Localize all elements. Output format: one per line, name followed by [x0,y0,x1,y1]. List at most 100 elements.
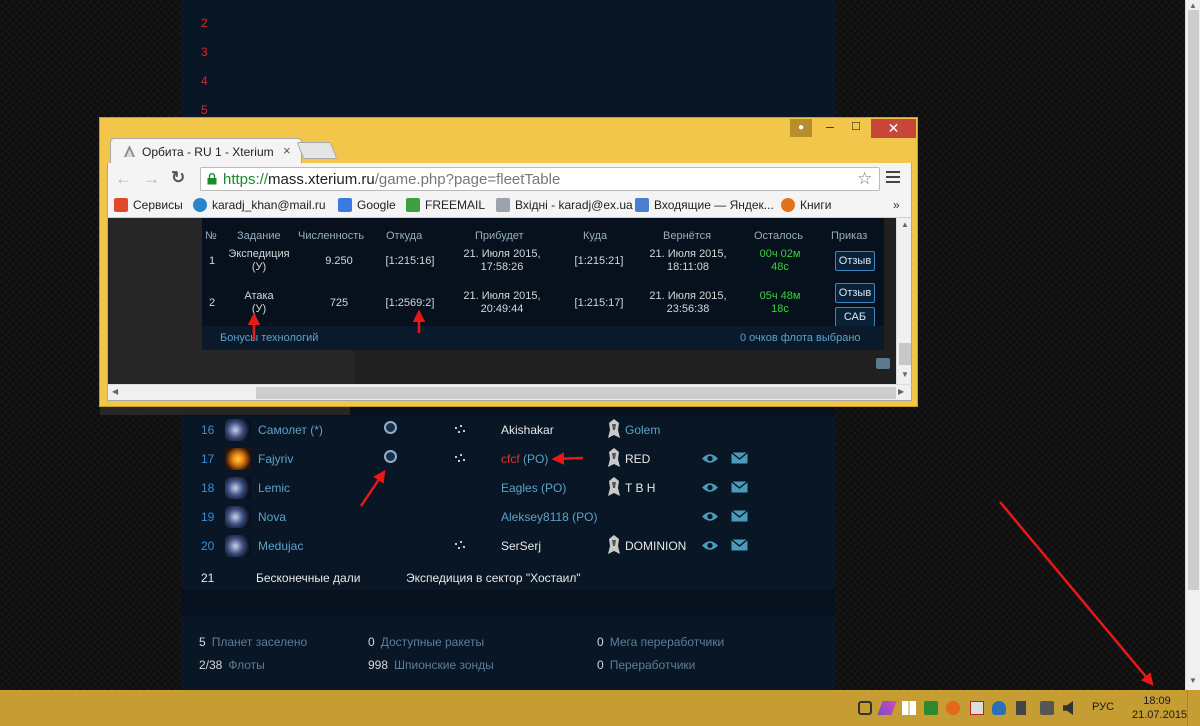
bookmark-item[interactable]: karadj_khan@mail.ru [193,198,326,212]
content-vertical-scrollbar[interactable]: ▲ ▼ [896,218,911,384]
row-number: 2 [201,16,208,30]
from-coords-link[interactable]: [1:2569:2] [370,297,450,310]
back-arrow-icon[interactable]: ← [115,169,132,189]
bookmark-item[interactable]: Входящие — Яндек... [635,198,774,212]
recall-button[interactable]: Отзыв [835,251,875,271]
bookmark-item[interactable]: Google [338,198,396,212]
scroll-down-icon[interactable]: ▼ [901,370,909,379]
bookmarks-bar: Сервисы karadj_khan@mail.ru Google FREEM… [107,195,912,218]
alliance-link[interactable]: T B H [625,481,655,495]
moon-icon[interactable] [384,450,397,463]
planet-name-link[interactable]: Lemic [258,481,290,495]
player-name[interactable]: Eagles (PO) [501,481,566,495]
reload-icon[interactable]: ↻ [171,168,185,188]
menu-icon[interactable] [886,171,900,183]
bookmark-star-icon[interactable]: ☆ [857,169,872,189]
bookmark-item[interactable]: Вхідні - karadj@ex.ua [496,198,633,212]
eye-icon[interactable] [702,453,718,464]
tech-bonuses-link[interactable]: Бонусы технологий [220,332,318,344]
avast-icon[interactable] [946,701,960,715]
yandex-mail-icon [635,198,649,212]
scroll-up-icon[interactable]: ▲ [1189,1,1197,10]
stat-item: 2/38 Флоты [199,658,265,672]
bookmark-item[interactable]: Книги [781,198,831,212]
fleet-table-footer: Бонусы технологий 0 очков флота выбрано [202,326,884,350]
player-name[interactable]: SerSerj [501,539,541,553]
eye-icon[interactable] [702,540,718,551]
planet-name-link[interactable]: Fajyriv [258,452,293,466]
bookmark-item[interactable]: FREEMAIL [406,198,485,212]
display-icon[interactable] [1040,701,1054,715]
bookmarks-more-button[interactable]: » [893,198,900,212]
scrollbar-thumb[interactable] [256,387,896,399]
windows-flag-icon[interactable] [902,701,916,715]
scroll-left-icon[interactable]: ◀ [112,387,118,396]
page-scrollbar[interactable]: ▲ ▼ [1185,0,1200,690]
column-header: Численность [298,230,365,242]
column-header: Задание [237,230,281,242]
stat-item: 998 Шпионские зонды [368,658,494,672]
close-window-icon[interactable]: ✕ [871,119,916,138]
xterium-favicon-icon [124,146,135,157]
moon-icon[interactable] [384,421,397,434]
chat-icon[interactable] [876,358,890,369]
new-tab-button[interactable] [296,142,338,159]
arrive-cell: 21. Июля 2015, 17:58:26 [463,248,541,273]
envelope-icon[interactable] [731,452,748,464]
bookmark-item[interactable]: Сервисы [114,198,183,212]
show-desktop-button[interactable] [1187,690,1200,726]
eye-icon[interactable] [702,482,718,493]
alliance-link[interactable]: DOMINION [625,539,686,553]
scrollbar-thumb[interactable] [899,343,911,365]
network-icon[interactable] [858,701,872,715]
sab-button[interactable]: САБ [835,307,875,327]
planet-name-link[interactable]: Самолет (*) [258,423,323,437]
alliance-link[interactable]: Golem [625,423,660,437]
to-coords-link[interactable]: [1:215:17] [559,297,639,310]
planet-thumbnail[interactable] [225,506,251,528]
cloud-icon[interactable] [992,701,1006,715]
player-name[interactable]: cfcf (PO) [501,452,548,466]
planet-thumbnail[interactable] [225,477,251,499]
debris-icon[interactable] [455,541,465,551]
planet-thumbnail[interactable] [225,419,251,441]
planet-name-link[interactable]: Medujac [258,539,303,553]
to-coords-link[interactable]: [1:215:21] [559,255,639,268]
envelope-icon[interactable] [731,510,748,522]
content-horizontal-scrollbar[interactable]: ◀ ▶ [107,384,912,401]
planet-name-link[interactable]: Nova [258,510,286,524]
envelope-icon[interactable] [731,481,748,493]
tab-orbita[interactable]: Орбита - RU 1 - Xterium × [110,138,302,164]
player-name[interactable]: Aleksey8118 (PO) [501,510,598,524]
envelope-icon[interactable] [731,539,748,551]
address-bar[interactable]: https://mass.xterium.ru/game.php?page=fl… [200,167,880,191]
maximize-icon[interactable]: ☐ [845,118,867,136]
scroll-up-icon[interactable]: ▲ [901,220,909,229]
nvidia-icon[interactable] [924,701,938,715]
debris-icon[interactable] [455,425,465,435]
planet-thumbnail[interactable] [225,535,251,557]
scroll-right-icon[interactable]: ▶ [898,387,904,396]
forward-arrow-icon[interactable]: → [143,169,160,189]
recall-button[interactable]: Отзыв [835,283,875,303]
scroll-down-icon[interactable]: ▼ [1189,676,1197,685]
close-tab-icon[interactable]: × [283,143,291,158]
table-row: 18 Lemic Eagles (PO) T B H [181,474,835,503]
usb-icon[interactable] [1016,701,1026,715]
alliance-link[interactable]: RED [625,452,650,466]
feather-icon[interactable] [877,701,897,715]
table-row: 16 Самолет (*) Akishakar Golem [181,416,835,445]
user-profile-icon[interactable]: ● [790,119,812,137]
eye-icon[interactable] [702,511,718,522]
from-coords-link[interactable]: [1:215:16] [370,255,450,268]
player-name[interactable]: Akishakar [501,423,554,437]
planet-thumbnail[interactable] [225,448,251,470]
scrollbar-thumb[interactable] [1188,10,1199,590]
flag-error-icon[interactable] [970,701,984,715]
minimize-icon[interactable]: – [819,118,841,136]
language-indicator[interactable]: РУС [1092,701,1114,713]
count-cell: 9.250 [325,255,353,267]
volume-icon[interactable] [1063,701,1073,715]
debris-icon[interactable] [455,454,465,464]
system-clock[interactable]: 18:09 21.07.2015 [1132,694,1187,722]
